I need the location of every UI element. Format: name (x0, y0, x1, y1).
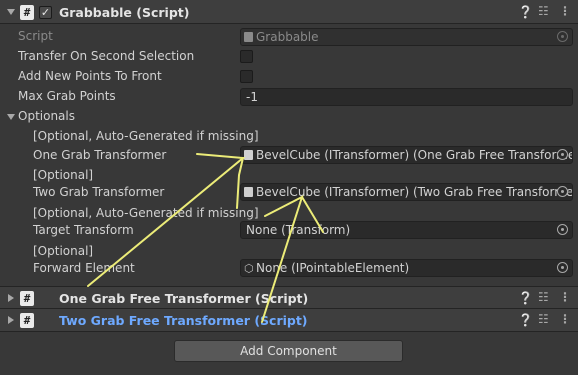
target-hint: [Optional, Auto-Generated if missing] (33, 206, 259, 220)
script-asset-icon (244, 187, 253, 197)
optionals-foldout-label[interactable]: Optionals (18, 109, 75, 123)
forward-element-field[interactable]: ⬡ None (IPointableElement) (240, 259, 573, 277)
forward-hint: [Optional] (33, 244, 94, 258)
one-grab-transformer-label: One Grab Transformer (33, 148, 167, 162)
one-grab-component-title: One Grab Free Transformer (Script) (59, 291, 309, 306)
target-transform-label: Target Transform (33, 223, 134, 237)
foldout-arrow-icon[interactable] (7, 9, 15, 15)
script-asset-icon (244, 150, 253, 160)
object-picker-icon[interactable] (557, 149, 568, 160)
one-grab-hint: [Optional, Auto-Generated if missing] (33, 129, 259, 143)
more-options-icon[interactable]: ⋮ (559, 290, 571, 304)
max-grab-points-label: Max Grab Points (18, 89, 116, 103)
help-icon[interactable]: ❔ (518, 5, 533, 19)
script-icon: # (20, 291, 34, 306)
add-component-button[interactable]: Add Component (174, 340, 403, 362)
add-new-points-label: Add New Points To Front (18, 69, 162, 83)
two-grab-hint: [Optional] (33, 168, 94, 182)
presets-icon[interactable]: ☷ (538, 312, 549, 326)
presets-icon[interactable]: ☷ (538, 290, 549, 304)
component-title: Grabbable (Script) (59, 5, 190, 20)
script-icon: # (20, 5, 34, 20)
help-icon[interactable]: ❔ (518, 291, 533, 305)
script-asset-icon (244, 32, 253, 42)
grabbable-header[interactable]: # ✓ Grabbable (Script) ❔ ☷ ⋮ (0, 0, 578, 24)
one-grab-component-header[interactable]: # One Grab Free Transformer (Script) ❔ ☷… (0, 286, 578, 310)
two-grab-component-title: Two Grab Free Transformer (Script) (59, 313, 308, 328)
cube-icon: ⬡ (244, 262, 254, 275)
object-picker-icon[interactable] (557, 262, 568, 273)
object-picker-icon[interactable] (557, 31, 568, 42)
presets-icon[interactable]: ☷ (538, 4, 549, 18)
object-picker-icon[interactable] (557, 224, 568, 235)
component-enabled-checkbox[interactable]: ✓ (39, 6, 52, 19)
script-field[interactable]: Grabbable (240, 28, 573, 46)
one-grab-transformer-field[interactable]: BevelCube (ITransformer) (One Grab Free … (240, 146, 573, 164)
max-grab-points-input[interactable]: -1 (240, 88, 573, 106)
help-icon[interactable]: ❔ (518, 313, 533, 327)
two-grab-component-header[interactable]: # Two Grab Free Transformer (Script) ❔ ☷… (0, 308, 578, 332)
foldout-arrow-icon[interactable] (8, 294, 14, 302)
script-label: Script (18, 29, 53, 43)
optionals-foldout-icon[interactable] (7, 114, 15, 120)
add-new-points-checkbox[interactable] (240, 70, 253, 83)
object-picker-icon[interactable] (557, 186, 568, 197)
foldout-arrow-icon[interactable] (8, 316, 14, 324)
script-icon: # (20, 313, 34, 328)
transfer-second-label: Transfer On Second Selection (18, 49, 195, 63)
more-options-icon[interactable]: ⋮ (559, 4, 571, 18)
transfer-second-checkbox[interactable] (240, 50, 253, 63)
more-options-icon[interactable]: ⋮ (559, 312, 571, 326)
forward-element-label: Forward Element (33, 261, 135, 275)
two-grab-transformer-label: Two Grab Transformer (33, 185, 165, 199)
two-grab-transformer-field[interactable]: BevelCube (ITransformer) (Two Grab Free … (240, 183, 573, 201)
target-transform-field[interactable]: None (Transform) (240, 221, 573, 239)
